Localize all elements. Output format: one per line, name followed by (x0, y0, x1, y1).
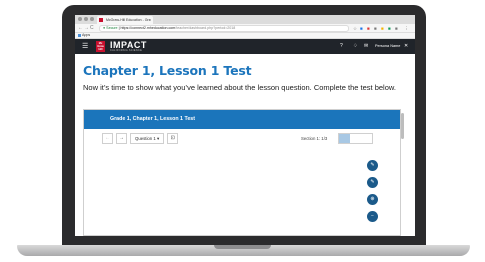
extension-icon-5[interactable]: ■ (388, 24, 391, 33)
tab-title: McGraw-Hill Education - Gro (106, 18, 151, 22)
apps-bookmark[interactable]: Apps (82, 33, 90, 37)
progress-fill (339, 134, 350, 143)
extension-icon-4[interactable]: ■ (381, 24, 384, 33)
section-progress (338, 133, 373, 144)
brand-subtitle: CALIFORNIA SCIENCE (110, 49, 143, 52)
zoom-icon[interactable]: ⊕ (367, 194, 378, 205)
help-icon[interactable]: ? (340, 39, 343, 54)
star-icon[interactable]: ☆ (353, 24, 357, 33)
tab-close-icon[interactable]: × (149, 16, 151, 24)
browser-toolbar: ← → C ● Secure | https://connect2.mheduc… (75, 24, 415, 33)
bell-icon[interactable]: ♢ (353, 39, 357, 54)
mail-icon[interactable]: ✉ (364, 39, 368, 54)
page-title: Chapter 1, Lesson 1 Test (83, 63, 252, 78)
apps-icon (78, 33, 81, 37)
bookmark-button[interactable]: ⊡ (167, 133, 179, 144)
section-label: Section 1: 1/3 (301, 136, 328, 141)
page-intro: Now it’s time to show what you’ve learne… (83, 83, 396, 92)
extension-icon-3[interactable]: ■ (374, 24, 377, 33)
secure-label: Secure (106, 26, 118, 30)
laptop-notch (214, 245, 271, 249)
close-icon[interactable]: ✕ (404, 39, 408, 54)
url-host: https://connect2.mheducation.com (120, 26, 176, 30)
extension-icon-6[interactable]: ■ (395, 24, 398, 33)
address-bar[interactable]: ● Secure | https://connect2.mheducation.… (99, 25, 349, 32)
window-controls[interactable] (78, 17, 94, 21)
next-button[interactable]: → (116, 133, 127, 144)
highlighter-icon[interactable]: ✎ (367, 177, 378, 188)
app-navbar: ☰ Mc Graw Hill IMPACT CALIFORNIA SCIENCE… (75, 39, 415, 54)
favicon-icon (99, 18, 103, 22)
lock-icon: ● (103, 26, 106, 30)
forward-icon[interactable]: → (84, 24, 89, 33)
mcgraw-hill-logo: Mc Graw Hill (96, 41, 105, 52)
url-path: /teacher/dashboard.php?period=2018 (175, 26, 236, 30)
extension-icon-2[interactable]: ■ (367, 24, 370, 33)
laptop-screen: McGraw-Hill Education - Gro × ← → C ● Se… (75, 15, 415, 236)
scrollbar[interactable] (401, 113, 404, 139)
menu-icon[interactable]: ☰ (82, 42, 88, 51)
minus-icon[interactable]: − (367, 211, 378, 222)
question-toolbar: ← → Question 1 ▾ ⊡ (102, 133, 179, 144)
profile-name[interactable]: Persona Name (375, 39, 400, 54)
browser-tab[interactable]: McGraw-Hill Education - Gro × (97, 16, 153, 24)
test-header: Grade 1, Chapter 1, Lesson 1 Test (84, 110, 400, 129)
menu-dots-icon[interactable]: ⋮ (404, 24, 409, 33)
browser-tabstrip: McGraw-Hill Education - Gro × (75, 15, 415, 24)
tool-palette: ✎ ✎ ⊕ − (367, 160, 378, 222)
extension-icon-1[interactable]: ■ (360, 24, 363, 33)
pencil-icon[interactable]: ✎ (367, 160, 378, 171)
reload-icon[interactable]: C (90, 24, 94, 33)
test-panel: Grade 1, Chapter 1, Lesson 1 Test ← → Qu… (83, 109, 401, 236)
back-icon[interactable]: ← (78, 24, 83, 33)
question-select[interactable]: Question 1 ▾ (130, 133, 165, 144)
chevron-down-icon: ▾ (157, 136, 160, 141)
previous-button[interactable]: ← (102, 133, 113, 144)
